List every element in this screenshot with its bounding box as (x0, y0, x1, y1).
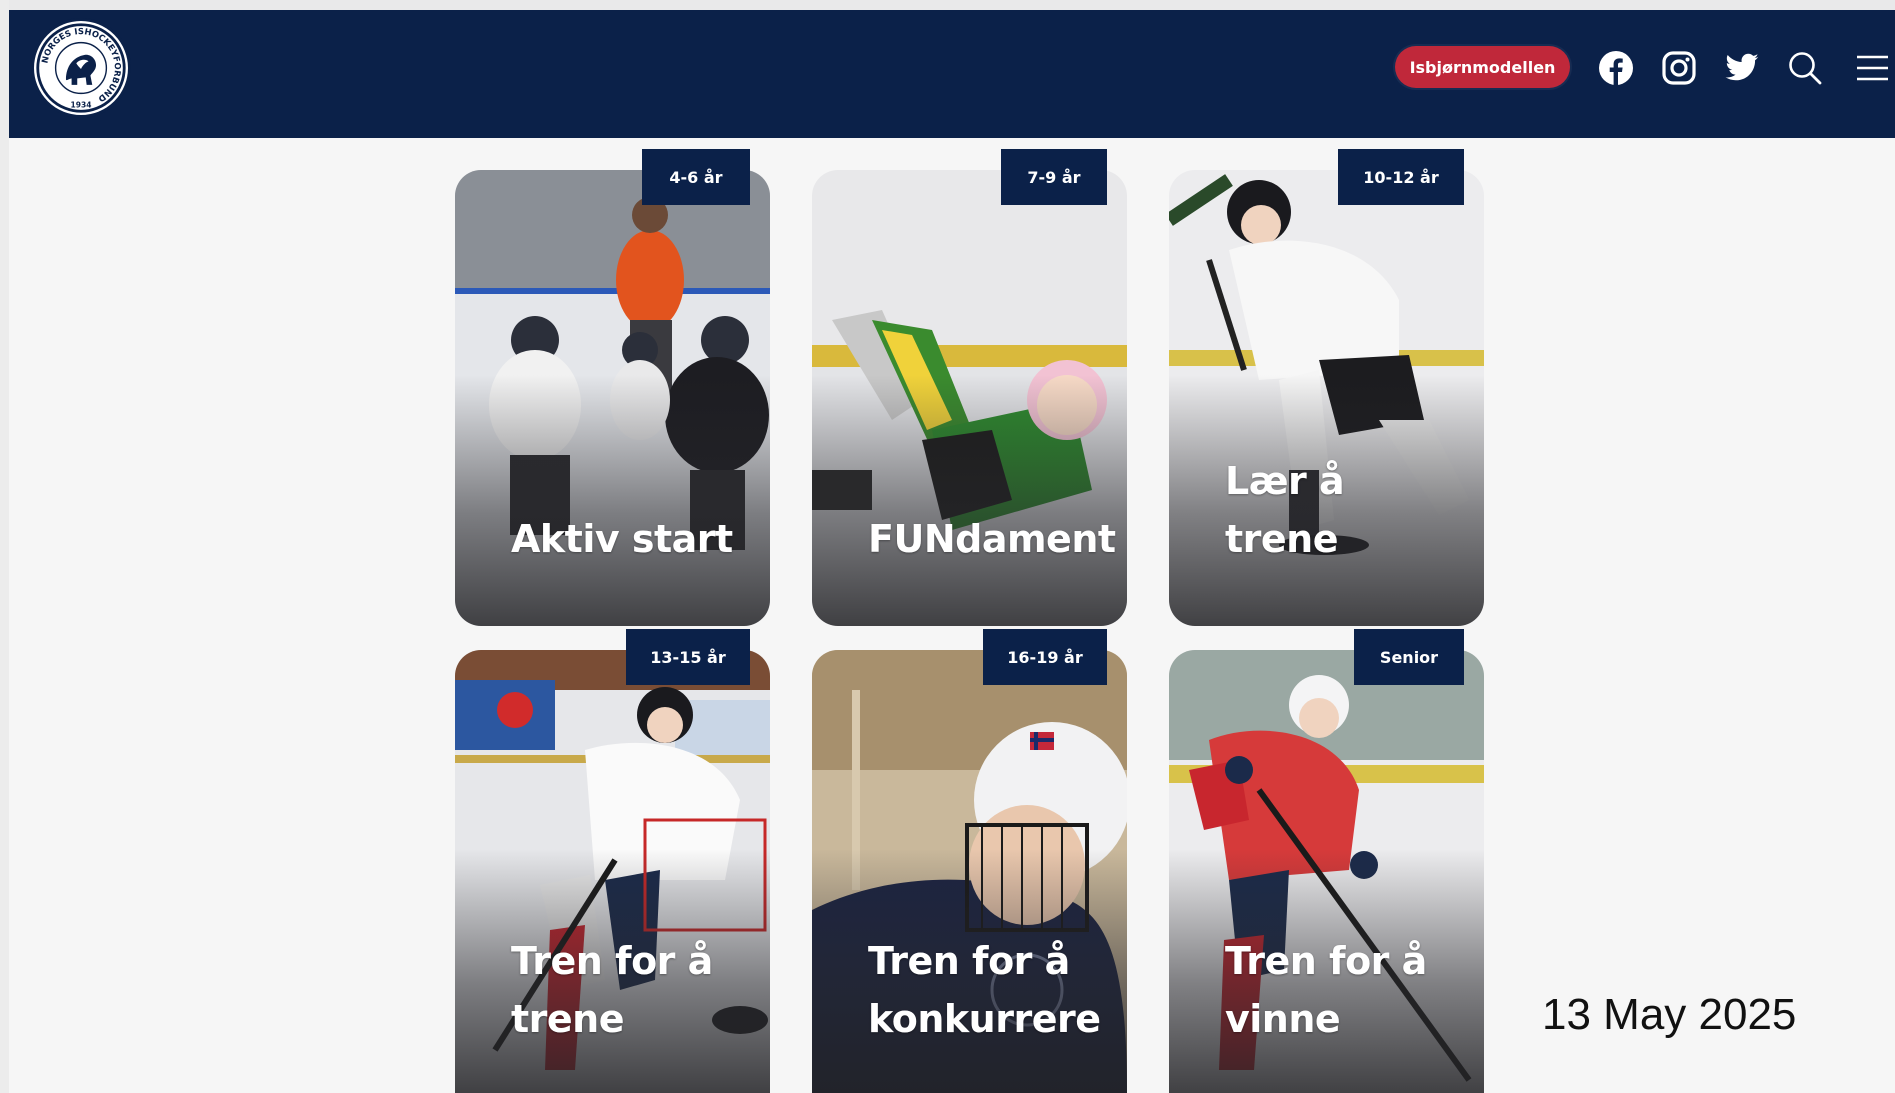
window-top-edge (0, 0, 1895, 10)
polar-bear-logo-icon: NORGES ISHOCKEYFORBUND 1934 (36, 23, 126, 113)
menu-icon[interactable] (1854, 50, 1890, 86)
program-card-tren-for-a-vinne[interactable]: Senior Tren for å vinne (1169, 629, 1484, 1093)
isbjornmodellen-button[interactable]: Isbjørnmodellen (1395, 46, 1570, 88)
card-title: Tren for å trene (511, 939, 713, 1041)
age-badge: 4-6 år (642, 149, 750, 205)
instagram-icon[interactable] (1661, 50, 1697, 86)
program-card-laer-a-trene[interactable]: 10-12 år Lær å trene (1169, 149, 1484, 626)
program-card-tren-for-a-konkurrere[interactable]: 16-19 år Tren for å konkurrere (812, 629, 1127, 1093)
age-badge: 16-19 år (983, 629, 1107, 685)
age-badge: 7-9 år (1001, 149, 1107, 205)
facebook-icon[interactable] (1598, 50, 1634, 86)
program-card-fundament[interactable]: 7-9 år FUNdament (812, 149, 1127, 626)
age-badge: 13-15 år (626, 629, 750, 685)
card-title: Tren for å vinne (1225, 939, 1427, 1041)
card-title: Aktiv start (511, 517, 733, 561)
window-left-edge (0, 0, 9, 1093)
federation-logo[interactable]: NORGES ISHOCKEYFORBUND 1934 (31, 18, 131, 118)
site-header: NORGES ISHOCKEYFORBUND 1934 Isbjørnmodel… (9, 10, 1895, 138)
age-badge: Senior (1354, 629, 1464, 685)
age-badge: 10-12 år (1338, 149, 1464, 205)
date-stamp: 13 May 2025 (1542, 990, 1797, 1039)
program-card-aktiv-start[interactable]: 4-6 år Aktiv start (455, 149, 770, 626)
logo-year: 1934 (71, 100, 92, 109)
card-title: FUNdament (868, 517, 1116, 561)
card-title: Lær å trene (1225, 459, 1345, 561)
search-icon[interactable] (1787, 50, 1823, 86)
card-title: Tren for å konkurrere (868, 939, 1101, 1041)
program-card-tren-for-a-trene[interactable]: 13-15 år Tren for å trene (455, 629, 770, 1093)
twitter-icon[interactable] (1724, 50, 1760, 86)
